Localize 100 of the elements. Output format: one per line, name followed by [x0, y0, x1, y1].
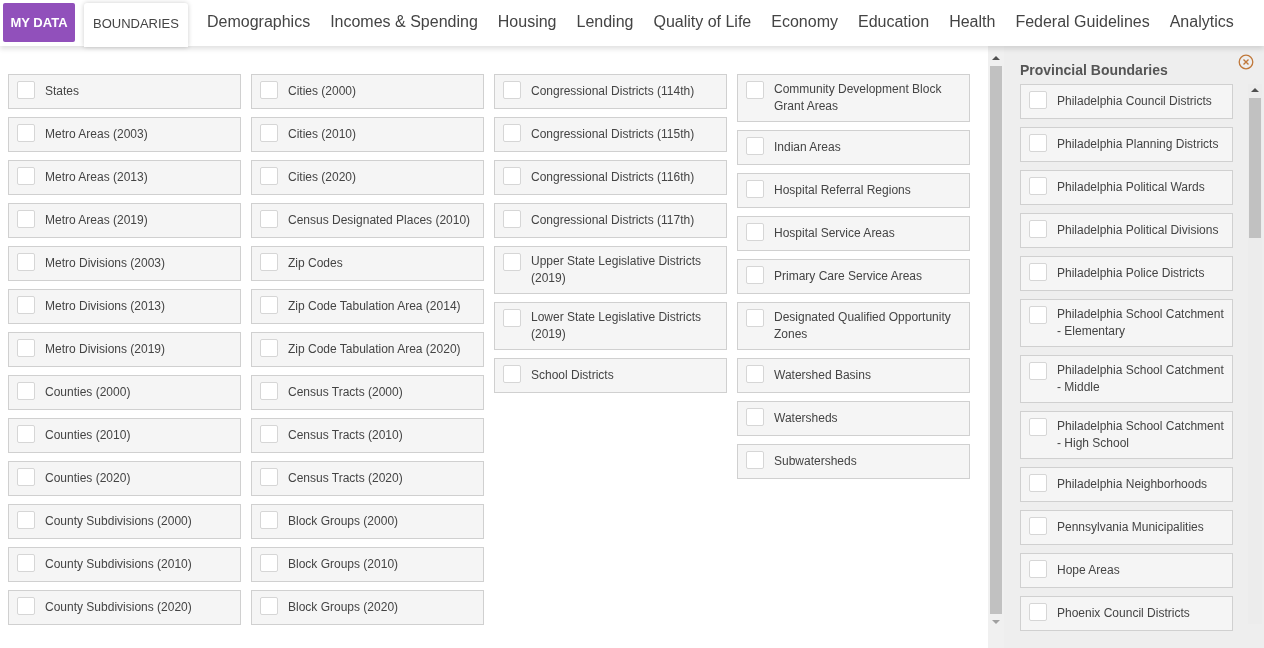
checkbox[interactable]: [503, 210, 521, 228]
boundary-option[interactable]: Philadelphia Neighborhoods: [1020, 467, 1233, 502]
boundary-option[interactable]: Metro Areas (2019): [8, 203, 241, 238]
checkbox[interactable]: [17, 167, 35, 185]
boundary-option[interactable]: Census Designated Places (2010): [251, 203, 484, 238]
scrollbar-thumb[interactable]: [990, 66, 1002, 614]
nav-tab[interactable]: Analytics: [1159, 2, 1244, 42]
boundary-option[interactable]: Zip Codes: [251, 246, 484, 281]
checkbox[interactable]: [17, 382, 35, 400]
nav-tab[interactable]: Demographics: [196, 2, 321, 42]
boundary-option[interactable]: Pennsylvania Municipalities: [1020, 510, 1233, 545]
checkbox[interactable]: [503, 124, 521, 142]
boundary-option[interactable]: Metro Divisions (2003): [8, 246, 241, 281]
checkbox[interactable]: [1029, 603, 1047, 621]
boundary-option[interactable]: Zip Code Tabulation Area (2014): [251, 289, 484, 324]
checkbox[interactable]: [1029, 220, 1047, 238]
checkbox[interactable]: [260, 253, 278, 271]
checkbox[interactable]: [1029, 517, 1047, 535]
boundary-option[interactable]: County Subdivisions (2000): [8, 504, 241, 539]
boundary-option[interactable]: Metro Divisions (2013): [8, 289, 241, 324]
checkbox[interactable]: [1029, 177, 1047, 195]
checkbox[interactable]: [260, 468, 278, 486]
boundary-option[interactable]: Philadelphia Council Districts: [1020, 84, 1233, 119]
checkbox[interactable]: [260, 339, 278, 357]
checkbox[interactable]: [260, 425, 278, 443]
nav-tab[interactable]: Incomes & Spending: [320, 2, 488, 42]
boundary-option[interactable]: Census Tracts (2000): [251, 375, 484, 410]
boundary-option[interactable]: Subwatersheds: [737, 444, 970, 479]
checkbox[interactable]: [1029, 560, 1047, 578]
boundary-option[interactable]: Census Tracts (2020): [251, 461, 484, 496]
boundary-option[interactable]: Counties (2020): [8, 461, 241, 496]
boundary-option[interactable]: County Subdivisions (2010): [8, 547, 241, 582]
checkbox[interactable]: [1029, 362, 1047, 380]
boundary-option[interactable]: Philadelphia Political Wards: [1020, 170, 1233, 205]
boundary-option[interactable]: Block Groups (2010): [251, 547, 484, 582]
checkbox[interactable]: [746, 309, 764, 327]
checkbox[interactable]: [260, 167, 278, 185]
boundary-option[interactable]: Philadelphia Planning Districts: [1020, 127, 1233, 162]
checkbox[interactable]: [746, 180, 764, 198]
checkbox[interactable]: [17, 253, 35, 271]
boundary-option[interactable]: Census Tracts (2010): [251, 418, 484, 453]
scroll-down-icon[interactable]: [992, 620, 1000, 624]
scroll-up-icon[interactable]: [992, 56, 1000, 60]
checkbox[interactable]: [746, 223, 764, 241]
checkbox[interactable]: [17, 296, 35, 314]
checkbox[interactable]: [1029, 91, 1047, 109]
checkbox[interactable]: [260, 81, 278, 99]
checkbox[interactable]: [17, 81, 35, 99]
checkbox[interactable]: [746, 451, 764, 469]
boundary-option[interactable]: Metro Areas (2013): [8, 160, 241, 195]
boundary-option[interactable]: Indian Areas: [737, 130, 970, 165]
checkbox[interactable]: [260, 554, 278, 572]
boundary-option[interactable]: School Districts: [494, 358, 727, 393]
checkbox[interactable]: [17, 597, 35, 615]
checkbox[interactable]: [1029, 474, 1047, 492]
checkbox[interactable]: [503, 253, 521, 271]
checkbox[interactable]: [1029, 418, 1047, 436]
boundary-option[interactable]: Philadelphia School Catchment - Elementary: [1020, 299, 1233, 347]
nav-tab[interactable]: Lending: [566, 2, 644, 42]
boundary-option[interactable]: Congressional Districts (117th): [494, 203, 727, 238]
close-icon[interactable]: [1238, 54, 1254, 70]
scrollbar[interactable]: [988, 46, 1004, 648]
boundary-option[interactable]: Lower State Legislative Districts (2019): [494, 302, 727, 350]
checkbox[interactable]: [746, 137, 764, 155]
checkbox[interactable]: [17, 210, 35, 228]
checkbox[interactable]: [260, 210, 278, 228]
my-data-button[interactable]: MY DATA: [3, 3, 75, 42]
nav-tab[interactable]: Health: [939, 2, 1006, 42]
checkbox[interactable]: [746, 266, 764, 284]
checkbox[interactable]: [17, 511, 35, 529]
checkbox[interactable]: [260, 382, 278, 400]
boundary-option[interactable]: Congressional Districts (116th): [494, 160, 727, 195]
nav-tab[interactable]: Quality of Life: [643, 2, 762, 42]
boundary-option[interactable]: Congressional Districts (115th): [494, 117, 727, 152]
boundary-option[interactable]: Philadelphia School Catchment - Middle: [1020, 355, 1233, 403]
boundary-option[interactable]: Metro Areas (2003): [8, 117, 241, 152]
checkbox[interactable]: [503, 309, 521, 327]
boundary-option[interactable]: Philadelphia School Catchment - High School: [1020, 411, 1233, 459]
boundary-option[interactable]: Primary Care Service Areas: [737, 259, 970, 294]
boundary-option[interactable]: Block Groups (2020): [251, 590, 484, 625]
boundary-option[interactable]: Cities (2000): [251, 74, 484, 109]
boundary-option[interactable]: Counties (2000): [8, 375, 241, 410]
checkbox[interactable]: [746, 81, 764, 99]
checkbox[interactable]: [746, 408, 764, 426]
nav-tab[interactable]: Federal Guidelines: [1005, 2, 1160, 42]
boundary-option[interactable]: Philadelphia Police Districts: [1020, 256, 1233, 291]
checkbox[interactable]: [17, 554, 35, 572]
nav-tab[interactable]: BOUNDARIES: [84, 3, 188, 47]
boundary-option[interactable]: Cities (2020): [251, 160, 484, 195]
boundary-option[interactable]: Watersheds: [737, 401, 970, 436]
boundary-option[interactable]: Hospital Referral Regions: [737, 173, 970, 208]
scroll-up-icon[interactable]: [1251, 88, 1259, 92]
boundary-option[interactable]: Designated Qualified Opportunity Zones: [737, 302, 970, 350]
checkbox[interactable]: [503, 167, 521, 185]
checkbox[interactable]: [1029, 306, 1047, 324]
boundary-option[interactable]: Counties (2010): [8, 418, 241, 453]
boundary-option[interactable]: Upper State Legislative Districts (2019): [494, 246, 727, 294]
boundary-option[interactable]: Congressional Districts (114th): [494, 74, 727, 109]
checkbox[interactable]: [1029, 134, 1047, 152]
boundary-option[interactable]: Hospital Service Areas: [737, 216, 970, 251]
